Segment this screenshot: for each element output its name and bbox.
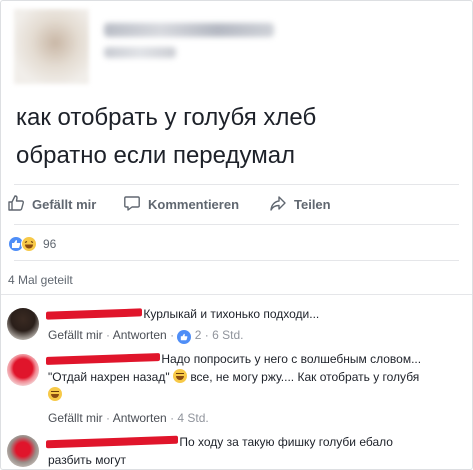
comment-reply-link[interactable]: Antworten [113, 411, 167, 425]
redaction-bar [46, 308, 142, 320]
commenter-name-redacted[interactable] [46, 305, 142, 323]
like-label: Gefällt mir [32, 196, 97, 212]
haha-reaction-icon [21, 236, 37, 252]
divider [14, 224, 459, 225]
commenter-name-redacted[interactable] [46, 350, 160, 368]
redaction-bar [46, 435, 178, 449]
divider [14, 184, 459, 185]
comment-text-line2b: все, не могу ржу.... Как отобрать у голу… [190, 370, 420, 384]
comment-like-count[interactable]: 2 [195, 328, 202, 342]
share-label: Teilen [294, 196, 331, 212]
action-bar: Gefällt mir Kommentieren Teilen [1, 189, 472, 219]
comment-time[interactable]: 4 Std. [177, 411, 208, 425]
author-name-blurred[interactable] [104, 23, 274, 37]
like-button[interactable]: Gefällt mir [7, 189, 96, 219]
post-text: как отобрать у голубя хлеб обратно если … [16, 99, 456, 175]
divider [1, 294, 472, 295]
author-avatar-blurred[interactable] [14, 9, 89, 84]
post-text-line1: как отобрать у голубя хлеб [16, 104, 317, 131]
comment-like-link[interactable]: Gefällt mir [48, 411, 103, 425]
avatar[interactable] [7, 308, 39, 340]
comment-label: Kommentieren [148, 196, 240, 212]
comment-text-line1: По ходу за такую фишку голуби ебало [179, 435, 393, 449]
divider [14, 260, 459, 261]
post-text-line2: обратно если передумал [16, 142, 296, 169]
thumbs-up-icon [7, 194, 25, 215]
post-card: как отобрать у голубя хлеб обратно если … [0, 0, 473, 470]
share-arrow-icon [269, 194, 287, 215]
comment-body: Надо попросить у него с волшебным словом… [46, 350, 422, 427]
comment-text-line1: Надо попросить у него с волшебным словом… [161, 352, 422, 366]
comment-text-line2: разбить могут [48, 453, 127, 467]
comment-body: По ходу за такую фишку голуби ебало разб… [46, 433, 393, 469]
post-meta-blurred [104, 47, 176, 58]
comment-actions: Gefällt mir · Antworten · 2 · 6 Std. [48, 328, 244, 344]
share-button[interactable]: Teilen [269, 189, 331, 219]
comment-like-link[interactable]: Gefällt mir [48, 328, 103, 342]
commenter-name-redacted[interactable] [46, 433, 178, 451]
reaction-summary[interactable]: 96 [8, 234, 56, 254]
avatar[interactable] [7, 435, 39, 467]
comment-reply-link[interactable]: Antworten [113, 328, 167, 342]
comment-text: Курлыкай и тихонько подходи... [143, 307, 320, 321]
share-count[interactable]: 4 Mal geteilt [8, 273, 73, 287]
comment-actions: Gefällt mir · Antworten · 4 Std. [48, 411, 209, 425]
laughing-emoji-icon [172, 369, 187, 383]
redaction-bar [46, 353, 160, 365]
laughing-emoji-icon [48, 387, 62, 401]
reaction-count: 96 [43, 237, 57, 251]
comment-bubble-icon [123, 194, 141, 215]
like-badge-icon [177, 330, 192, 344]
comment-text-line2a: "Отдай нахрен назад" [48, 370, 170, 384]
comment-button[interactable]: Kommentieren [123, 189, 239, 219]
comment-body: Курлыкай и тихонько подходи... Gefällt m… [46, 305, 320, 344]
avatar[interactable] [7, 354, 39, 386]
comment-time[interactable]: 6 Std. [212, 328, 243, 342]
